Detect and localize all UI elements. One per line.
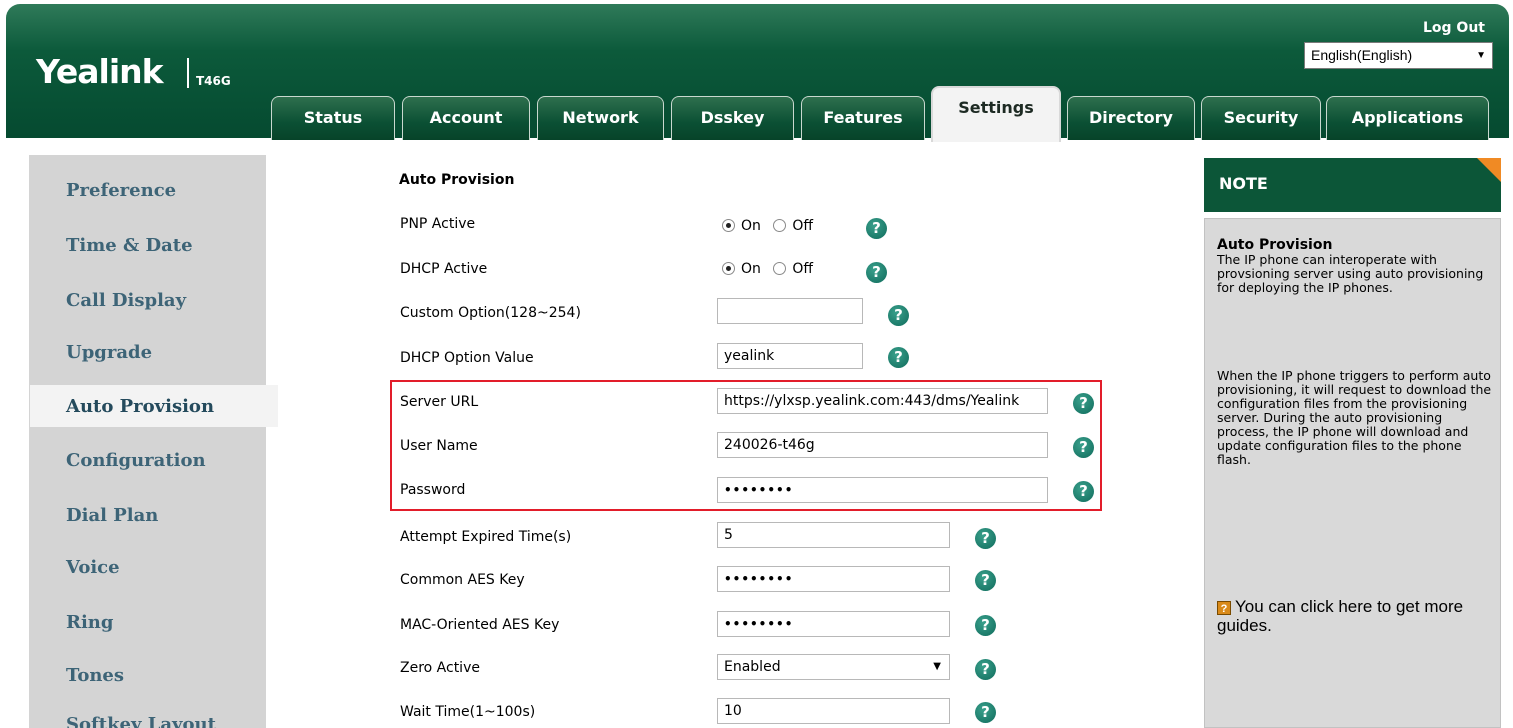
zero-active-value: Enabled [724, 659, 781, 675]
help-square-icon: ? [1217, 601, 1231, 615]
dhcp-on-label: On [741, 261, 761, 277]
tab-settings[interactable]: Settings [931, 86, 1061, 142]
note-paragraph-2: When the IP phone triggers to perform au… [1217, 368, 1492, 467]
question-circle-icon[interactable]: ? [866, 218, 887, 239]
question-circle-icon[interactable]: ? [888, 305, 909, 326]
tab-label: Account [429, 108, 503, 127]
question-circle-icon[interactable]: ? [866, 262, 887, 283]
pnp-active-label: PNP Active [400, 216, 476, 232]
zero-active-select[interactable]: Enabled ▼ [717, 654, 950, 680]
tab-label: Dsskey [700, 108, 765, 127]
wait-time-input[interactable]: 10 [717, 698, 950, 724]
tab-account[interactable]: Account [402, 96, 530, 140]
dhcp-active-radio-group: On Off [722, 261, 821, 277]
tab-dsskey[interactable]: Dsskey [671, 96, 794, 140]
pnp-off-label: Off [792, 218, 814, 234]
question-circle-icon[interactable]: ? [888, 347, 909, 368]
brand-logo: Yealink [36, 52, 164, 91]
dhcp-on-radio[interactable] [722, 262, 735, 275]
password-input[interactable]: •••••••• [717, 477, 1048, 503]
common-aes-key-label: Common AES Key [400, 572, 525, 588]
header-bar: Yealink T46G Log Out English(English) ▼ … [6, 4, 1509, 142]
note-heading: Auto Provision [1217, 237, 1333, 253]
guide-text: You can click here to get more guides. [1217, 597, 1464, 635]
tab-network[interactable]: Network [537, 96, 664, 140]
logo-divider [187, 58, 189, 88]
question-circle-icon[interactable]: ? [975, 659, 996, 680]
custom-option-label: Custom Option(128~254) [400, 305, 581, 321]
guide-link[interactable]: ? You can click here to get more guides. [1217, 597, 1492, 635]
chevron-down-icon: ▼ [933, 661, 941, 672]
server-url-label: Server URL [400, 394, 479, 410]
sidebar-item-call-display[interactable]: Call Display [66, 290, 186, 311]
language-select[interactable]: English(English) ▼ [1304, 42, 1493, 69]
mac-aes-key-input[interactable]: •••••••• [717, 611, 950, 637]
tab-label: Directory [1089, 108, 1173, 127]
password-label: Password [400, 482, 466, 498]
attempt-expired-time-label: Attempt Expired Time(s) [400, 529, 572, 545]
language-value: English(English) [1311, 47, 1413, 63]
sidebar-item-tones[interactable]: Tones [66, 665, 124, 686]
sidebar-item-configuration[interactable]: Configuration [66, 450, 206, 471]
pnp-active-radio-group: On Off [722, 218, 821, 234]
pnp-on-radio[interactable] [722, 219, 735, 232]
tab-label: Applications [1351, 108, 1464, 127]
dhcp-active-label: DHCP Active [400, 261, 488, 277]
dhcp-option-value-label: DHCP Option Value [400, 350, 534, 366]
dhcp-option-value-input[interactable]: yealink [717, 343, 863, 369]
question-circle-icon[interactable]: ? [1073, 481, 1094, 502]
zero-active-label: Zero Active [400, 660, 480, 676]
note-title: NOTE [1219, 174, 1268, 193]
question-circle-icon[interactable]: ? [1073, 437, 1094, 458]
mac-aes-key-label: MAC-Oriented AES Key [400, 617, 560, 633]
note-corner-accent [1477, 158, 1501, 182]
question-circle-icon[interactable]: ? [975, 702, 996, 723]
note-panel: Auto Provision The IP phone can interope… [1204, 218, 1501, 728]
note-header: NOTE [1204, 158, 1501, 212]
tab-status[interactable]: Status [271, 96, 395, 140]
tab-label: Network [562, 108, 639, 127]
common-aes-key-input[interactable]: •••••••• [717, 566, 950, 592]
sidebar-item-preference[interactable]: Preference [66, 180, 176, 201]
tab-label: Security [1223, 108, 1299, 127]
question-circle-icon[interactable]: ? [1073, 393, 1094, 414]
attempt-expired-time-input[interactable]: 5 [717, 522, 950, 548]
sidebar-item-softkey-layout[interactable]: Softkey Layout [66, 714, 216, 728]
sidebar-item-dial-plan[interactable]: Dial Plan [66, 505, 158, 526]
sidebar-item-auto-provision[interactable]: Auto Provision [66, 396, 214, 417]
chevron-down-icon: ▼ [1476, 50, 1486, 61]
pnp-off-radio[interactable] [773, 219, 787, 232]
pnp-on-label: On [741, 218, 761, 234]
sidebar-item-upgrade[interactable]: Upgrade [66, 342, 152, 363]
server-url-input[interactable]: https://ylxsp.yealink.com:443/dms/Yealin… [717, 388, 1048, 414]
tab-label: Settings [958, 98, 1034, 117]
tab-security[interactable]: Security [1201, 96, 1321, 140]
tab-applications[interactable]: Applications [1326, 96, 1489, 140]
custom-option-input[interactable] [717, 298, 863, 324]
note-paragraph-1: The IP phone can interoperate with provs… [1217, 252, 1484, 295]
question-circle-icon[interactable]: ? [975, 615, 996, 636]
dhcp-off-radio[interactable] [773, 262, 787, 275]
logout-link[interactable]: Log Out [1423, 20, 1485, 36]
tab-label: Features [823, 108, 903, 127]
question-circle-icon[interactable]: ? [975, 528, 996, 549]
sidebar-item-voice[interactable]: Voice [66, 557, 120, 578]
tab-label: Status [303, 108, 363, 127]
sidebar-item-ring[interactable]: Ring [66, 612, 113, 633]
sidebar-item-time-date[interactable]: Time & Date [66, 235, 193, 256]
question-circle-icon[interactable]: ? [975, 570, 996, 591]
tab-features[interactable]: Features [801, 96, 925, 140]
section-title: Auto Provision [399, 172, 515, 188]
user-name-input[interactable]: 240026-t46g [717, 432, 1048, 458]
dhcp-off-label: Off [792, 261, 814, 277]
wait-time-label: Wait Time(1~100s) [400, 704, 536, 720]
tab-directory[interactable]: Directory [1067, 96, 1195, 140]
model-label: T46G [196, 74, 231, 88]
user-name-label: User Name [400, 438, 478, 454]
